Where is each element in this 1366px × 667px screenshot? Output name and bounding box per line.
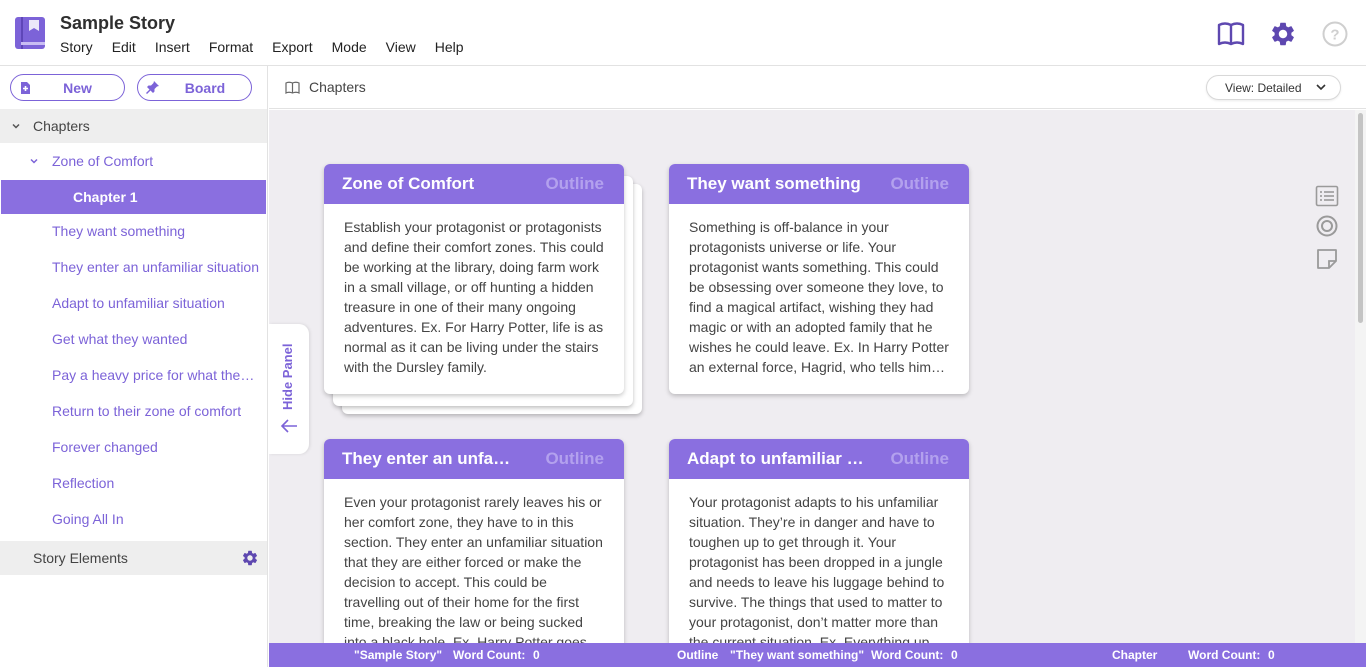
help-icon[interactable]: ? [1321, 20, 1349, 48]
story-elements-label: Story Elements [33, 550, 128, 566]
outline-card[interactable]: Adapt to unfamiliar situation Outline Yo… [669, 439, 969, 643]
chevron-down-icon [1316, 84, 1326, 91]
status-selected-name: "They want something" [730, 648, 865, 662]
tree-item[interactable]: Return to their zone of comfort [0, 394, 267, 428]
tree-item[interactable]: Get what they wanted [0, 322, 267, 356]
tree-item-label: Get what they wanted [52, 331, 188, 347]
board-canvas: Hide Panel Zone of Comfort Outline Estab… [269, 110, 1366, 643]
hide-panel-label: Hide Panel [280, 343, 295, 410]
board-button[interactable]: Board [137, 74, 252, 101]
scrollbar[interactable] [1355, 110, 1366, 643]
menu-bar: Story Edit Insert Format Export Mode Vie… [60, 39, 483, 55]
sticky-note-icon[interactable] [1315, 247, 1339, 271]
new-file-icon [21, 81, 30, 94]
status-selected-word-count: 0 [951, 648, 958, 662]
app-logo-icon [15, 17, 45, 49]
tree-item[interactable]: They enter an unfamiliar situation [0, 250, 267, 284]
card-body: Your protagonist adapts to his unfamilia… [689, 494, 946, 643]
tree-item[interactable]: Reflection [0, 466, 267, 500]
outline-card[interactable]: They want something Outline Something is… [669, 164, 969, 394]
chevron-down-icon [30, 158, 38, 164]
board-button-label: Board [184, 79, 226, 96]
outline-card[interactable]: They enter an unfamiliar situation Outli… [324, 439, 624, 643]
tree-item-label: They enter an unfamiliar situation [52, 259, 259, 275]
menu-view[interactable]: View [386, 39, 416, 55]
card-title: They enter an unfamiliar situation [342, 449, 522, 468]
status-story-name: "Sample Story" [354, 648, 443, 662]
tree-item[interactable]: Going All In [0, 502, 267, 536]
view-select-value: View: Detailed [1225, 80, 1302, 95]
card-type: Outline [545, 174, 604, 193]
tree-item-chapter-1[interactable]: Chapter 1 [1, 180, 266, 214]
gear-icon[interactable] [241, 549, 259, 567]
card-header: They enter an unfamiliar situation Outli… [324, 439, 624, 479]
tree-item[interactable]: Forever changed [0, 430, 267, 464]
card-title: Zone of Comfort [342, 174, 475, 193]
view-select[interactable]: View: Detailed [1206, 75, 1341, 100]
status-word-count-label: Word Count: [453, 648, 526, 662]
outline-card[interactable]: Zone of Comfort Outline Establish your p… [324, 164, 624, 394]
arrow-left-icon [280, 419, 297, 433]
tree-section-story-elements[interactable]: Story Elements [0, 541, 267, 575]
top-bar: Sample Story Story Edit Insert Format Ex… [0, 0, 1366, 66]
tree-group-label: Zone of Comfort [52, 153, 154, 169]
card-header: They want something Outline [669, 164, 969, 204]
tree-group-zone-of-comfort[interactable]: Zone of Comfort [0, 144, 267, 178]
tree-item[interactable]: Adapt to unfamiliar situation [0, 286, 267, 320]
breadcrumb: Chapters [309, 79, 366, 95]
tree-item-label: Pay a heavy price for what they wanted [52, 367, 260, 383]
tree-item-label: Chapter 1 [73, 189, 138, 205]
card-body: Something is off-balance in your protago… [689, 219, 949, 375]
card-header: Zone of Comfort Outline [324, 164, 624, 204]
card-body: Establish your protagonist or protagonis… [344, 219, 604, 375]
status-word-count-label: Word Count: [1188, 648, 1261, 662]
menu-edit[interactable]: Edit [112, 39, 136, 55]
book-icon [285, 81, 300, 94]
tree-item-label: Forever changed [52, 439, 158, 455]
status-chapter-label: Chapter [1112, 648, 1158, 662]
book-icon[interactable] [1217, 20, 1245, 48]
status-bar: "Sample Story" Word Count: 0 Outline "Th… [269, 643, 1366, 667]
tree-item-label: Going All In [52, 511, 124, 527]
menu-format[interactable]: Format [209, 39, 253, 55]
card-title: They want something [687, 174, 861, 193]
card-type: Outline [545, 449, 604, 468]
list-view-icon[interactable] [1315, 185, 1339, 207]
menu-insert[interactable]: Insert [155, 39, 190, 55]
tree-item-label: Adapt to unfamiliar situation [52, 295, 225, 311]
status-word-count-label: Word Count: [871, 648, 944, 662]
gear-icon[interactable] [1269, 20, 1297, 48]
status-selected-type: Outline [677, 648, 719, 662]
content-header: Chapters View: Detailed [269, 66, 1366, 109]
tree-item-label: Reflection [52, 475, 115, 491]
target-icon[interactable] [1315, 214, 1339, 238]
card-title: Adapt to unfamiliar situation [687, 449, 867, 468]
tree-item-label: Return to their zone of comfort [52, 403, 242, 419]
svg-text:?: ? [1330, 27, 1339, 44]
pin-icon [146, 81, 159, 94]
menu-story[interactable]: Story [60, 39, 93, 55]
card-body: Even your protagonist rarely leaves his … [344, 494, 603, 643]
tree-item[interactable]: They want something [0, 214, 267, 248]
tree-section-chapters[interactable]: Chapters [0, 109, 267, 143]
menu-help[interactable]: Help [435, 39, 464, 55]
tree-section-label: Chapters [33, 118, 90, 134]
sidebar: New Board Chapters Zone of Comfort Chapt… [0, 66, 268, 667]
card-header: Adapt to unfamiliar situation Outline [669, 439, 969, 479]
menu-export[interactable]: Export [272, 39, 312, 55]
hide-panel-button[interactable]: Hide Panel [269, 324, 309, 454]
tree-item-label: They want something [52, 223, 186, 239]
app-title: Sample Story [60, 13, 176, 33]
status-chapter-word-count: 0 [1268, 648, 1275, 662]
menu-mode[interactable]: Mode [332, 39, 367, 55]
scrollbar-thumb[interactable] [1358, 113, 1363, 323]
card-type: Outline [890, 449, 949, 468]
chevron-down-icon [12, 123, 20, 129]
status-story-word-count: 0 [533, 648, 540, 662]
tree-item[interactable]: Pay a heavy price for what they wanted [0, 358, 267, 392]
card-type: Outline [890, 174, 949, 193]
new-button-label: New [63, 79, 92, 96]
new-button[interactable]: New [10, 74, 125, 101]
